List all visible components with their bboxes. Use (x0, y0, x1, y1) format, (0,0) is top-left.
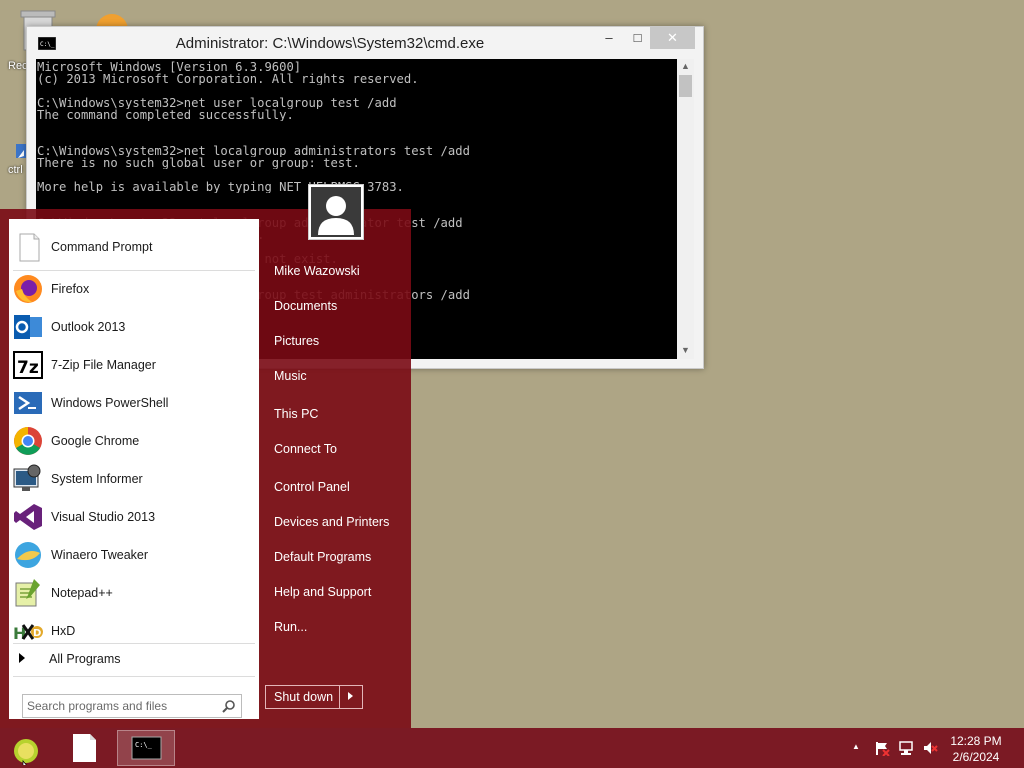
pinned-item-7-zip-file-manager[interactable]: 7z 7-Zip File Manager (9, 347, 259, 383)
shutdown-label: Shut down (274, 690, 334, 704)
start-button[interactable] (10, 733, 42, 768)
console-line: (c) 2013 Microsoft Corporation. All righ… (37, 73, 419, 85)
shutdown-divider (339, 686, 340, 708)
search-icon[interactable] (222, 699, 236, 713)
scroll-down-arrow[interactable]: ▼ (681, 345, 690, 355)
scroll-up-arrow[interactable]: ▲ (681, 61, 690, 71)
pinned-item-label: Command Prompt (51, 240, 153, 254)
pinned-item-system-informer[interactable]: System Informer (9, 461, 259, 497)
document-icon (19, 233, 40, 262)
start-menu: Command Prompt Firefox Outlook 2013 7z 7-Zip… (0, 209, 411, 728)
pinned-programs-panel: Command Prompt Firefox Outlook 2013 7z 7-Zip… (9, 219, 259, 719)
pinned-item-label: Notepad++ (51, 586, 113, 600)
pinned-item-visual-studio-2013[interactable]: Visual Studio 2013 (9, 499, 259, 535)
pinned-item-notepad[interactable]: Notepad++ (9, 575, 259, 611)
taskbar-cmd-button[interactable]: C:\_ (117, 730, 175, 766)
start-right-item-this-pc[interactable]: This PC (274, 407, 318, 421)
pinned-item-label: HxD (51, 624, 76, 638)
start-right-item-music[interactable]: Music (274, 369, 307, 383)
clock-time: 12:28 PM (950, 734, 1002, 748)
system-informer-icon (13, 464, 41, 491)
winaero-icon (15, 542, 41, 568)
notepadpp-icon (15, 579, 40, 607)
console-line: There is no such global user or group: t… (37, 157, 360, 169)
all-programs-label: All Programs (49, 652, 121, 666)
pinned-item-firefox[interactable]: Firefox (9, 271, 259, 307)
minimize-button[interactable]: – (594, 27, 624, 49)
console-line: C:\Windows\system32>net localgroup admin… (37, 145, 470, 157)
pinned-item-label: Visual Studio 2013 (51, 510, 156, 524)
shutdown-options-arrow-icon[interactable] (348, 692, 353, 700)
user-name[interactable]: Mike Wazowski (274, 264, 360, 278)
pinned-item-google-chrome[interactable]: Google Chrome (9, 423, 259, 459)
cmd-icon: C:\_ (131, 736, 162, 760)
recycle-bin-label: Rec (8, 60, 28, 72)
firefox-icon (14, 275, 42, 303)
network-icon[interactable] (898, 740, 914, 756)
svg-text:C:\_: C:\_ (135, 741, 153, 749)
volume-muted-icon[interactable] (922, 740, 938, 756)
console-line: C:\Windows\system32>net user localgroup … (37, 97, 397, 109)
separator (13, 643, 255, 644)
close-button[interactable]: ✕ (650, 27, 695, 49)
start-right-item-default-programs[interactable]: Default Programs (274, 550, 371, 564)
shutdown-button[interactable]: Shut down (265, 685, 363, 709)
7zip-icon: 7z (13, 351, 43, 379)
action-center-flag-icon[interactable] (874, 740, 890, 756)
start-right-item-help-and-support[interactable]: Help and Support (274, 585, 371, 599)
system-clock[interactable]: 12:28 PM 2/6/2024 (946, 733, 1006, 765)
cmd-scrollbar[interactable]: ▲ ▼ (677, 59, 694, 359)
outlook-icon (14, 315, 42, 339)
shortcut-label: ctrl (8, 164, 23, 176)
start-right-item-pictures[interactable]: Pictures (274, 334, 319, 348)
cmd-app-icon: C:\_ (38, 37, 56, 50)
search-input[interactable] (27, 697, 212, 715)
cmd-window-title: Administrator: C:\Windows\System32\cmd.e… (175, 35, 485, 52)
maximize-button[interactable]: □ (624, 27, 651, 49)
pinned-item-label: Windows PowerShell (51, 396, 169, 410)
taskbar: C:\_ ▲ 12:28 PM 2/6/2024 (0, 728, 1024, 768)
svg-text:D: D (33, 628, 41, 639)
start-right-item-run[interactable]: Run... (274, 620, 307, 634)
start-orb-icon (14, 739, 38, 768)
pinned-item-outlook-2013[interactable]: Outlook 2013 (9, 309, 259, 345)
document-icon (73, 734, 96, 762)
pinned-item-winaero-tweaker[interactable]: Winaero Tweaker (9, 537, 259, 573)
pinned-item-label: Google Chrome (51, 434, 140, 448)
start-right-item-devices-and-printers[interactable]: Devices and Printers (274, 515, 389, 529)
search-box[interactable] (22, 694, 242, 718)
scroll-thumb[interactable] (679, 75, 692, 97)
start-right-item-documents[interactable]: Documents (274, 299, 337, 313)
pinned-item-label: Winaero Tweaker (51, 548, 149, 562)
chrome-icon (14, 427, 42, 455)
arrow-right-icon (19, 653, 25, 663)
pinned-item-label: Firefox (51, 282, 90, 296)
console-line: The command completed successfully. (37, 109, 294, 121)
start-right-item-control-panel[interactable]: Control Panel (274, 480, 350, 494)
show-hidden-icons-button[interactable]: ▲ (852, 742, 860, 751)
pinned-item-label: Outlook 2013 (51, 320, 126, 334)
taskbar-document-button[interactable] (62, 730, 106, 766)
console-line: Microsoft Windows [Version 6.3.9600] (37, 61, 302, 73)
pinned-item-label: 7-Zip File Manager (51, 358, 156, 372)
separator (13, 676, 255, 677)
desktop: Rec ctrl C:\_ Administrator: C:\Windows\… (0, 0, 1024, 768)
svg-text:7z: 7z (17, 358, 39, 378)
start-right-item-connect-to[interactable]: Connect To (274, 442, 337, 456)
cmd-titlebar[interactable]: C:\_ Administrator: C:\Windows\System32\… (27, 27, 703, 59)
powershell-icon (14, 392, 42, 414)
svg-text:C:\_: C:\_ (40, 41, 55, 48)
pinned-item-command-prompt[interactable]: Command Prompt (9, 229, 259, 265)
user-avatar-icon (311, 187, 361, 237)
pinned-item-windows-powershell[interactable]: Windows PowerShell (9, 385, 259, 421)
pinned-item-label: System Informer (51, 472, 143, 486)
user-picture[interactable] (308, 184, 364, 240)
visual-studio-icon (14, 504, 42, 530)
all-programs-item[interactable]: All Programs (9, 648, 259, 670)
clock-date: 2/6/2024 (952, 750, 1000, 764)
